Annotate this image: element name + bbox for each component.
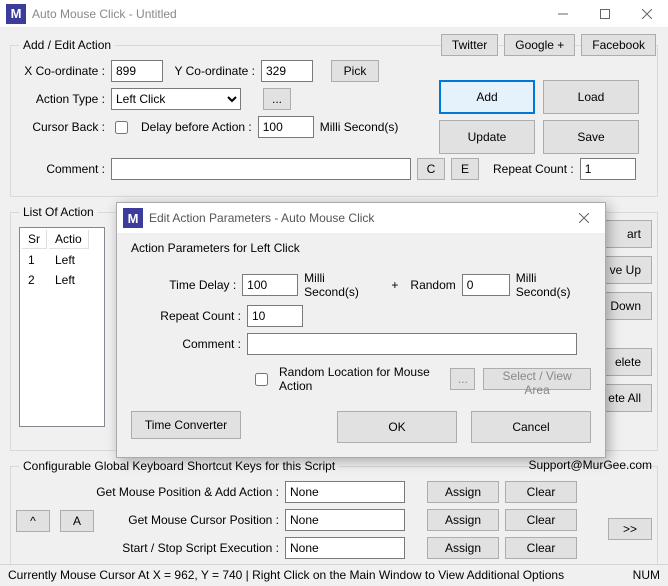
- comment-input[interactable]: [111, 158, 411, 180]
- dialog-comment-input[interactable]: [247, 333, 577, 355]
- shortcut-input-2[interactable]: [285, 537, 405, 559]
- random-location-checkbox[interactable]: [255, 373, 268, 386]
- random-location-label: Random Location for Mouse Action: [279, 365, 442, 393]
- dialog-close-button[interactable]: [563, 204, 605, 232]
- repeat-label: Repeat Count :: [493, 162, 574, 176]
- x-label: X Co-ordinate :: [19, 64, 105, 78]
- facebook-button[interactable]: Facebook: [581, 34, 656, 56]
- shortcut-label-2: Start / Stop Script Execution :: [19, 541, 279, 555]
- select-view-button: Select / View Area: [483, 368, 591, 390]
- time-delay-input[interactable]: [242, 274, 298, 296]
- table-row[interactable]: 1 Left: [22, 251, 89, 269]
- actions-list-legend: List Of Action: [19, 205, 98, 219]
- cursor-back-checkbox[interactable]: [115, 121, 128, 134]
- action-type-select[interactable]: Left Click: [111, 88, 241, 110]
- main-titlebar: M Auto Mouse Click - Untitled: [0, 0, 668, 28]
- social-row: Twitter Google + Facebook: [441, 34, 656, 56]
- assign-button-1[interactable]: Assign: [427, 509, 499, 531]
- status-num: NUM: [633, 568, 660, 583]
- c-button[interactable]: C: [417, 158, 445, 180]
- col-sr: Sr: [22, 230, 47, 249]
- dialog-ellipsis-button: ...: [450, 368, 475, 390]
- dialog-repeat-label: Repeat Count :: [131, 309, 241, 323]
- actions-table[interactable]: Sr Actio 1 Left 2 Left: [19, 227, 105, 427]
- random-input[interactable]: [462, 274, 510, 296]
- ok-button[interactable]: OK: [337, 411, 457, 443]
- delay-label: Delay before Action :: [141, 120, 252, 134]
- add-button[interactable]: Add: [439, 80, 535, 114]
- shortcut-label-0: Get Mouse Position & Add Action :: [19, 485, 279, 499]
- repeat-input[interactable]: [580, 158, 636, 180]
- dialog-app-icon: M: [123, 208, 143, 228]
- clear-button-0[interactable]: Clear: [505, 481, 577, 503]
- random-unit: Milli Second(s): [516, 271, 591, 299]
- minimize-button[interactable]: [542, 0, 584, 28]
- status-text: Currently Mouse Cursor At X = 962, Y = 7…: [8, 568, 564, 583]
- y-label: Y Co-ordinate :: [169, 64, 255, 78]
- shortcuts-legend: Configurable Global Keyboard Shortcut Ke…: [19, 459, 339, 473]
- dialog-heading: Action Parameters for Left Click: [131, 241, 591, 255]
- maximize-button[interactable]: [584, 0, 626, 28]
- y-input[interactable]: [261, 60, 313, 82]
- close-button[interactable]: [626, 0, 668, 28]
- pick-button[interactable]: Pick: [331, 60, 379, 82]
- action-type-label: Action Type :: [19, 92, 105, 106]
- delay-unit: Milli Second(s): [320, 120, 399, 134]
- time-delay-unit: Milli Second(s): [304, 271, 379, 299]
- caret-button[interactable]: ^: [16, 510, 50, 532]
- edit-params-dialog: M Edit Action Parameters - Auto Mouse Cl…: [116, 202, 606, 458]
- dialog-title: Edit Action Parameters - Auto Mouse Clic…: [149, 211, 563, 225]
- load-button[interactable]: Load: [543, 80, 639, 114]
- app-icon: M: [6, 4, 26, 24]
- add-edit-fieldset: Add / Edit Action X Co-ordinate : Y Co-o…: [10, 38, 658, 197]
- window-title: Auto Mouse Click - Untitled: [32, 7, 542, 21]
- shortcuts-fieldset: Configurable Global Keyboard Shortcut Ke…: [10, 459, 658, 576]
- clear-button-1[interactable]: Clear: [505, 509, 577, 531]
- shortcut-input-0[interactable]: [285, 481, 405, 503]
- ellipsis-button[interactable]: ...: [263, 88, 291, 110]
- dialog-repeat-input[interactable]: [247, 305, 303, 327]
- delay-input[interactable]: [258, 116, 314, 138]
- update-button[interactable]: Update: [439, 120, 535, 154]
- assign-button-0[interactable]: Assign: [427, 481, 499, 503]
- col-action: Actio: [49, 230, 89, 249]
- dialog-comment-label: Comment :: [131, 337, 241, 351]
- table-row[interactable]: 2 Left: [22, 271, 89, 289]
- x-input[interactable]: [111, 60, 163, 82]
- plus-label: +: [391, 278, 398, 292]
- assign-button-2[interactable]: Assign: [427, 537, 499, 559]
- random-label: Random: [410, 278, 455, 292]
- status-bar: Currently Mouse Cursor At X = 962, Y = 7…: [0, 564, 668, 586]
- shortcut-input-1[interactable]: [285, 509, 405, 531]
- twitter-button[interactable]: Twitter: [441, 34, 498, 56]
- comment-label: Comment :: [19, 162, 105, 176]
- dialog-titlebar: M Edit Action Parameters - Auto Mouse Cl…: [117, 203, 605, 233]
- cursor-back-label: Cursor Back :: [19, 120, 105, 134]
- add-edit-legend: Add / Edit Action: [19, 38, 115, 52]
- google-button[interactable]: Google +: [504, 34, 575, 56]
- time-converter-button[interactable]: Time Converter: [131, 411, 241, 439]
- cancel-button[interactable]: Cancel: [471, 411, 591, 443]
- time-delay-label: Time Delay :: [131, 278, 236, 292]
- more-button[interactable]: >>: [608, 518, 652, 540]
- a-button[interactable]: A: [60, 510, 94, 532]
- save-button[interactable]: Save: [543, 120, 639, 154]
- e-button[interactable]: E: [451, 158, 479, 180]
- client-area: Twitter Google + Facebook Add / Edit Act…: [0, 28, 668, 564]
- clear-button-2[interactable]: Clear: [505, 537, 577, 559]
- support-label: Support@MurGee.com: [528, 458, 652, 472]
